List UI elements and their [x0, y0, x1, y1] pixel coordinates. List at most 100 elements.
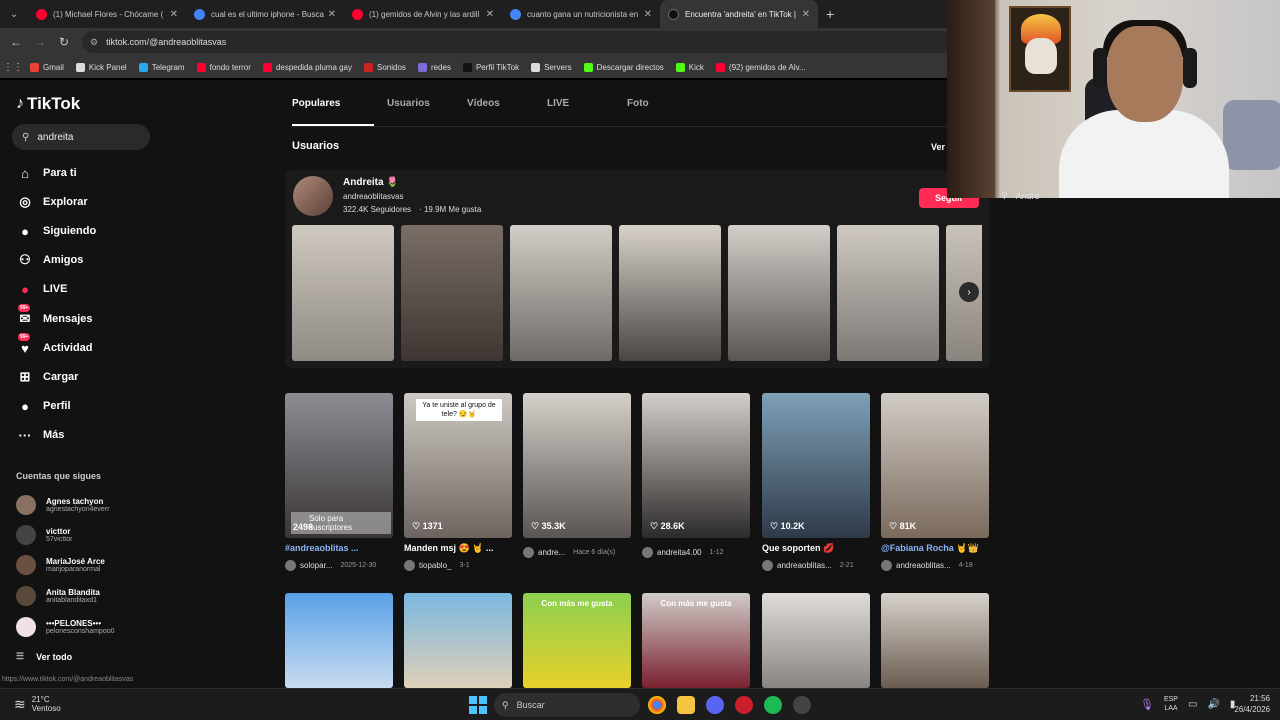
- discord-icon[interactable]: [706, 696, 724, 714]
- chrome-icon[interactable]: [648, 696, 666, 714]
- tab-populares[interactable]: Populares: [292, 98, 374, 126]
- video-card[interactable]: [881, 593, 989, 688]
- video-card[interactable]: [285, 593, 393, 688]
- video-card[interactable]: Con más me gusta: [523, 593, 631, 688]
- followed-account[interactable]: Agnes tachyon agnestachyon4everr: [16, 491, 109, 519]
- language-indicator[interactable]: ESP LAA: [1164, 695, 1178, 713]
- clock[interactable]: 21:56 26/4/2026: [1226, 693, 1270, 715]
- video-card[interactable]: [762, 593, 870, 688]
- video-author[interactable]: andreaoblitas... 4-18: [881, 560, 991, 571]
- bookmark-item[interactable]: Servers: [531, 62, 572, 72]
- video-thumbnail[interactable]: [728, 225, 830, 361]
- followed-account[interactable]: victtor 57victtor: [16, 521, 72, 549]
- video-title[interactable]: @Fabiana Rocha 🤘👑: [881, 543, 989, 554]
- nav-item-perfil[interactable]: ● Perfil: [16, 395, 70, 417]
- browser-tab[interactable]: (1) Michael Flores - Chócame (✕: [28, 0, 186, 28]
- video-thumbnail[interactable]: [510, 225, 612, 361]
- file-explorer-icon[interactable]: [677, 696, 695, 714]
- opera-icon[interactable]: [735, 696, 753, 714]
- new-tab-button[interactable]: +: [826, 6, 834, 22]
- tiktok-logo[interactable]: ♪ TikTok: [16, 94, 80, 114]
- tab-videos[interactable]: Vídeos: [454, 98, 534, 122]
- video-card[interactable]: ♡ 81K: [881, 393, 989, 538]
- tab-search-icon[interactable]: ⌄: [0, 0, 28, 28]
- video-title[interactable]: #andreaoblitas ...: [285, 543, 393, 553]
- bookmark-item[interactable]: Perfil TikTok: [462, 62, 519, 72]
- close-tab-icon[interactable]: ✕: [486, 9, 494, 20]
- tab-foto[interactable]: Foto: [614, 98, 684, 122]
- browser-tab-active[interactable]: Encuentra 'andreita' en TikTok | ✕: [660, 0, 818, 28]
- video-author[interactable]: tiopablo_ 3-1: [404, 560, 514, 571]
- nav-item-amigos[interactable]: ⚇ Amigos: [16, 249, 83, 271]
- video-card[interactable]: Solo para suscriptores 2498: [285, 393, 393, 538]
- video-author[interactable]: andreaoblitas... 2-21: [762, 560, 872, 571]
- bookmark-item[interactable]: despedida pluma gay: [262, 62, 352, 72]
- close-tab-icon[interactable]: ✕: [328, 9, 336, 20]
- followed-account[interactable]: •••PELONES••• pelonesconshampoo0: [16, 613, 115, 641]
- browser-tab[interactable]: cuanto gana un nutricionista en ✕: [502, 0, 660, 28]
- address-bar[interactable]: ⚙ tiktok.com/@andreaoblitasvas: [82, 31, 962, 53]
- see-more-link[interactable]: Ver: [931, 142, 945, 152]
- nav-item-siguiendo[interactable]: ● Siguiendo: [16, 220, 96, 242]
- volume-icon[interactable]: 🔊: [1207, 699, 1219, 710]
- user-name[interactable]: Andreita 🌷: [343, 177, 399, 188]
- video-thumbnail[interactable]: [292, 225, 394, 361]
- video-author[interactable]: solopar... 2025-12-30: [285, 560, 395, 571]
- bookmark-item[interactable]: Kick: [675, 62, 704, 72]
- video-card[interactable]: ♡ 10.2K: [762, 393, 870, 538]
- bookmark-item[interactable]: Sonidos: [364, 62, 406, 72]
- user-result-card[interactable]: Andreita 🌷 andreaoblitasvas 322.4K Segui…: [285, 170, 990, 368]
- video-card[interactable]: Ya te uniste al grupo de tele? 😏🤘 ♡ 1371: [404, 393, 512, 538]
- close-tab-icon[interactable]: ✕: [802, 9, 810, 20]
- close-tab-icon[interactable]: ✕: [170, 9, 178, 20]
- video-author[interactable]: andre... Hace 6 día(s): [523, 547, 633, 558]
- bookmark-item[interactable]: Gmail: [30, 62, 64, 72]
- nav-item-para-ti[interactable]: ⌂ Para ti: [16, 162, 77, 184]
- taskbar-search[interactable]: ⚲ Buscar: [494, 693, 640, 717]
- video-thumbnail[interactable]: [619, 225, 721, 361]
- followed-account[interactable]: MaríaJosé Arce marijoparanormal: [16, 551, 105, 579]
- video-card[interactable]: ♡ 35.3K: [523, 393, 631, 538]
- bookmark-item[interactable]: Kick Panel: [75, 62, 127, 72]
- weather-widget[interactable]: ≋ 21°C Ventoso: [14, 695, 61, 713]
- nav-item-actividad[interactable]: ♥ 99+ Actividad: [16, 333, 93, 359]
- followed-account[interactable]: Anita Blandita anitablanditaxd1: [16, 582, 100, 610]
- search-input[interactable]: ⚲ andreita: [12, 124, 150, 150]
- nav-item-live[interactable]: ● LIVE: [16, 278, 67, 300]
- bookmark-item[interactable]: Telegram: [138, 62, 185, 72]
- bookmark-item[interactable]: redes: [417, 62, 451, 72]
- nav-item-cargar[interactable]: ⊞ Cargar: [16, 366, 79, 388]
- browser-tab[interactable]: (1) gemidos de Alvin y las ardill ✕: [344, 0, 502, 28]
- close-tab-icon[interactable]: ✕: [644, 9, 652, 20]
- network-icon[interactable]: ▭: [1188, 699, 1197, 710]
- video-title[interactable]: Manden msj 😍 🤘 ...: [404, 543, 512, 554]
- nav-item-más[interactable]: ··· Más: [16, 424, 65, 446]
- video-author[interactable]: andreita4.00 1-12: [642, 547, 752, 558]
- microphone-icon[interactable]: 🎙: [1140, 698, 1154, 711]
- site-info-icon[interactable]: ⚙: [90, 37, 98, 48]
- nav-item-mensajes[interactable]: ✉ 99+ Mensajes: [16, 304, 93, 330]
- video-card[interactable]: ♡ 28.6K: [642, 393, 750, 538]
- start-button[interactable]: [469, 696, 487, 714]
- avatar[interactable]: [293, 176, 333, 216]
- carousel-next-button[interactable]: ›: [959, 282, 979, 302]
- back-button[interactable]: ←: [4, 35, 28, 49]
- browser-tab[interactable]: cual es el ultimo iphone - Busca ✕: [186, 0, 344, 28]
- obs-icon[interactable]: [793, 696, 811, 714]
- see-all-button[interactable]: ☰ Ver todo: [16, 651, 72, 662]
- bookmark-item[interactable]: Descargar directos: [583, 62, 664, 72]
- video-title[interactable]: Que soporten 💋: [762, 543, 870, 554]
- tab-live[interactable]: LIVE: [534, 98, 614, 122]
- video-card[interactable]: [404, 593, 512, 688]
- bookmark-item[interactable]: fondo terror: [196, 62, 251, 72]
- bookmark-item[interactable]: (92) gemidos de Alv...: [715, 62, 806, 72]
- apps-grid-icon[interactable]: ⋮⋮: [0, 62, 26, 73]
- forward-button[interactable]: →: [28, 35, 52, 49]
- nav-item-explorar[interactable]: ◎ Explorar: [16, 191, 87, 213]
- video-thumbnail[interactable]: [401, 225, 503, 361]
- tab-usuarios[interactable]: Usuarios: [374, 98, 454, 122]
- reload-button[interactable]: ↻: [52, 35, 76, 49]
- spotify-icon[interactable]: [764, 696, 782, 714]
- video-card[interactable]: Con más me gusta: [642, 593, 750, 688]
- video-thumbnail[interactable]: [837, 225, 939, 361]
